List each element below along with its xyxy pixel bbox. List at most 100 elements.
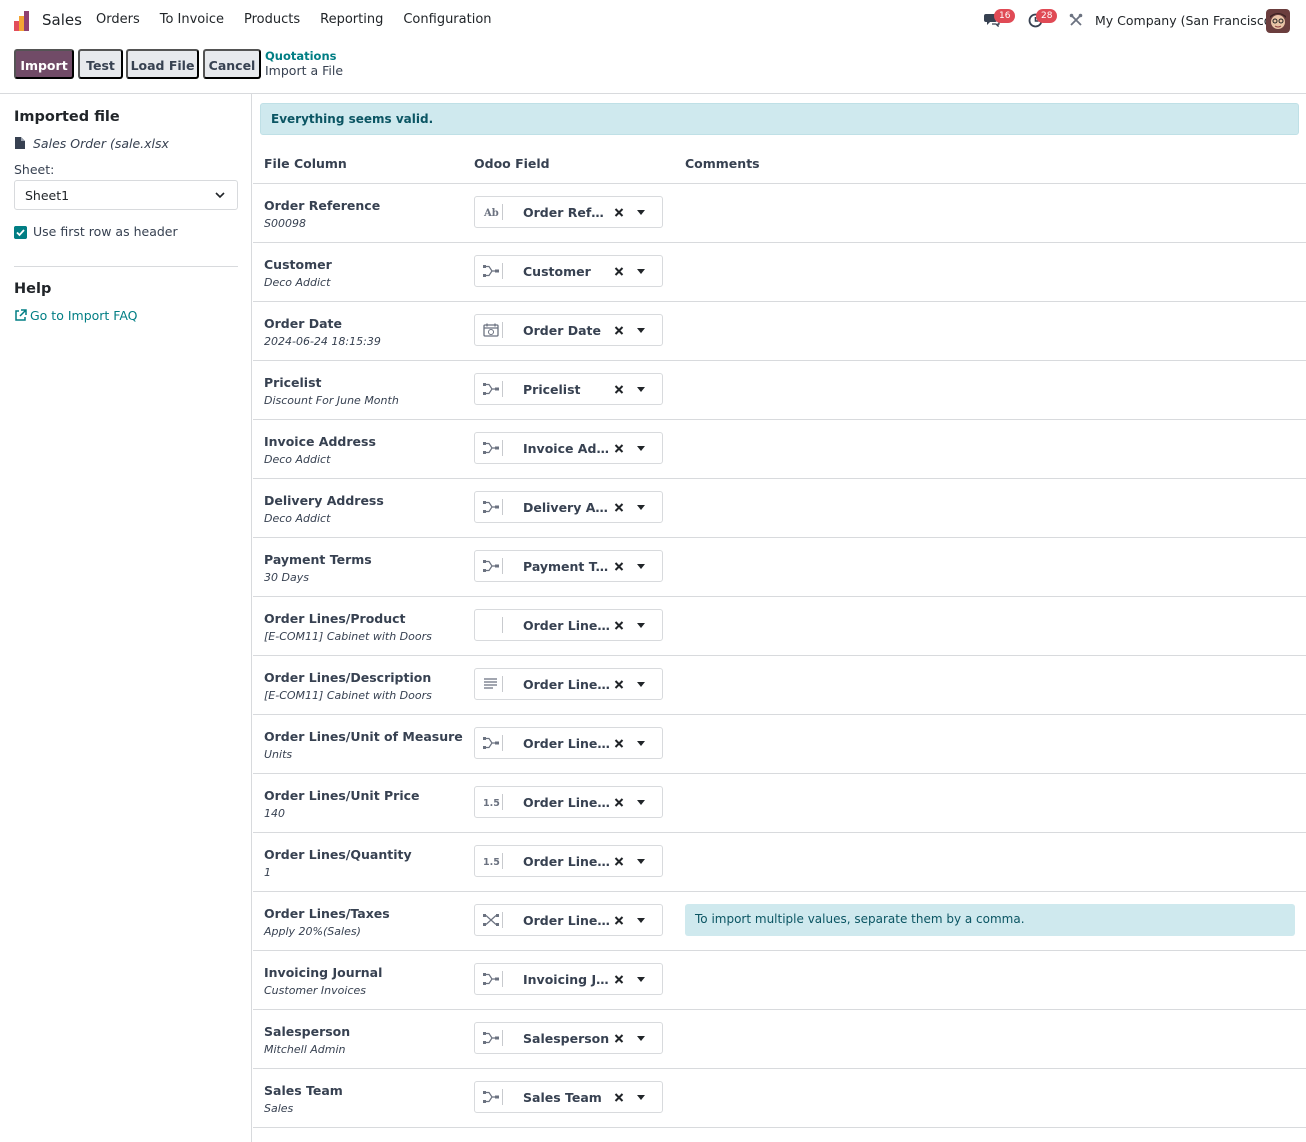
cancel-button[interactable]: Cancel [203,49,261,79]
clear-field-icon[interactable] [614,442,624,454]
relation-icon [481,499,503,515]
file-column-name: Order Lines/Unit Price [264,788,420,803]
file-column-name: Order Lines/Product [264,611,406,626]
caret-down-icon[interactable] [637,859,645,864]
odoo-field-value: Order Lines / Description [523,677,611,692]
test-button[interactable]: Test [78,49,123,79]
clear-field-icon[interactable] [614,973,624,985]
odoo-field-value: Customer [523,264,591,279]
odoo-field-select[interactable]: Invoicing Journal [474,963,663,995]
caret-down-icon[interactable] [637,682,645,687]
odoo-field-value: Order Lines / Taxes [523,913,611,928]
odoo-field-select[interactable]: 1.5 Order Lines / Quantity [474,845,663,877]
caret-down-icon[interactable] [637,328,645,333]
odoo-field-select[interactable]: Salesperson [474,1022,663,1054]
file-column-sample: Deco Addict [264,453,331,466]
clear-field-icon[interactable] [614,501,624,513]
load-file-button[interactable]: Load File [126,49,199,79]
imported-file-name: Sales Order (sale.xlsx [33,136,169,151]
odoo-field-select[interactable]: Delivery Address [474,491,663,523]
import-button[interactable]: Import [14,49,74,79]
odoo-field-value: Order Lines / Quantity [523,854,611,869]
file-column-sample: Mitchell Admin [264,1043,346,1056]
odoo-field-select[interactable]: Pricelist [474,373,663,405]
caret-down-icon[interactable] [637,446,645,451]
clear-field-icon[interactable] [614,560,624,572]
file-column-name: Sales Team [264,1083,343,1098]
table-row: Invoicing Journal Customer Invoices Invoic… [253,951,1306,1010]
caret-down-icon[interactable] [637,564,645,569]
clear-field-icon[interactable] [614,855,624,867]
table-row: Order Reference S00098 Ab Order Reference [253,184,1306,243]
chevron-down-icon [215,192,225,199]
odoo-field-value: Payment Terms [523,559,611,574]
odoo-field-select[interactable]: Order Lines / Product [474,609,663,641]
clear-field-icon[interactable] [614,914,624,926]
odoo-field-select[interactable]: Customer [474,255,663,287]
many2many-icon [481,912,503,928]
odoo-field-value: Invoicing Journal [523,972,611,987]
sheet-select[interactable]: Sheet1 [14,180,238,210]
menu-configuration[interactable]: Configuration [403,12,491,27]
caret-down-icon[interactable] [637,918,645,923]
odoo-field-select[interactable]: Order Lines / Unit of Measure [474,727,663,759]
comment-text: To import multiple values, separate them… [695,912,1025,926]
table-row: Order Date 2024-06-24 18:15:39 Order Date [253,302,1306,361]
company-switcher[interactable]: My Company (San Francisco) [1095,13,1276,28]
first-row-header-checkbox[interactable] [14,226,27,239]
table-row: Order Lines/Unit of Measure Units Order Li… [253,715,1306,774]
clear-field-icon[interactable] [614,678,624,690]
breadcrumb-quotations[interactable]: Quotations [265,49,337,63]
clear-field-icon[interactable] [614,1032,624,1044]
clear-field-icon[interactable] [614,737,624,749]
import-faq-link[interactable]: Go to Import FAQ [30,308,138,323]
odoo-field-select[interactable]: 1.5 Order Lines / Unit Price [474,786,663,818]
caret-down-icon[interactable] [637,623,645,628]
menu-orders[interactable]: Orders [96,12,140,27]
caret-down-icon[interactable] [637,210,645,215]
sales-app-logo-icon[interactable] [14,11,34,31]
caret-down-icon[interactable] [637,387,645,392]
menu-reporting[interactable]: Reporting [320,12,383,27]
header-odoo-field: Odoo Field [474,156,550,171]
odoo-field-select[interactable]: Order Date [474,314,663,346]
caret-down-icon[interactable] [637,977,645,982]
sheet-select-value: Sheet1 [25,188,70,203]
table-row: Order Lines/Taxes Apply 20%(Sales) Order L… [253,892,1306,951]
relation-icon [481,440,503,456]
odoo-field-select[interactable]: Order Lines / Description [474,668,663,700]
menu-to-invoice[interactable]: To Invoice [160,12,224,27]
clear-field-icon[interactable] [614,206,624,218]
file-column-name: Delivery Address [264,493,384,508]
caret-down-icon[interactable] [637,800,645,805]
clear-field-icon[interactable] [614,796,624,808]
odoo-field-select[interactable]: Payment Terms [474,550,663,582]
clear-field-icon[interactable] [614,1091,624,1103]
user-avatar[interactable] [1266,9,1290,33]
first-row-header-label[interactable]: Use first row as header [33,224,178,239]
debug-tools-icon[interactable] [1069,13,1083,27]
caret-down-icon[interactable] [637,269,645,274]
clear-field-icon[interactable] [614,619,624,631]
odoo-field-select[interactable]: Invoice Address [474,432,663,464]
clear-field-icon[interactable] [614,265,624,277]
app-name[interactable]: Sales [42,11,82,29]
odoo-field-value: Order Date [523,323,601,338]
odoo-field-value: Order Reference [523,205,611,220]
menu-products[interactable]: Products [244,12,300,27]
clear-field-icon[interactable] [614,383,624,395]
caret-down-icon[interactable] [637,505,645,510]
file-column-name: Order Lines/Quantity [264,847,412,862]
caret-down-icon[interactable] [637,1095,645,1100]
caret-down-icon[interactable] [637,1036,645,1041]
caret-down-icon[interactable] [637,741,645,746]
table-row: Order Lines/Description [E-COM11] Cabinet… [253,656,1306,715]
table-row: Sales Team Sales Sales Team [253,1069,1306,1128]
odoo-field-select[interactable]: Ab Order Reference [474,196,663,228]
odoo-field-select[interactable]: Sales Team [474,1081,663,1113]
odoo-field-select[interactable]: Order Lines / Taxes [474,904,663,936]
odoo-field-value: Order Lines / Product [523,618,611,633]
clear-field-icon[interactable] [614,324,624,336]
main-menu: Orders To Invoice Products Reporting Con… [96,12,512,27]
file-column-sample: Apply 20%(Sales) [264,925,361,938]
